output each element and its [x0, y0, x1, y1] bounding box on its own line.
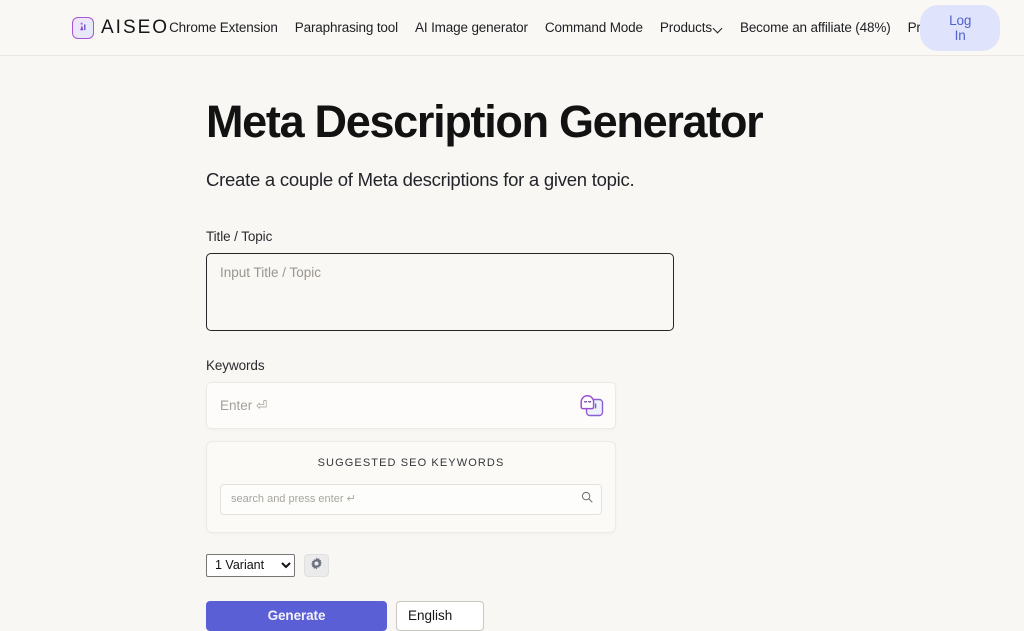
main-nav: Chrome Extension Paraphrasing tool AI Im…	[169, 14, 948, 41]
main-content: Meta Description Generator Create a coup…	[0, 96, 1024, 631]
variant-row: 1 Variant 2 Variants 3 Variants 4 Varian…	[206, 553, 1024, 577]
aiseo-mascot-icon[interactable]	[577, 391, 605, 419]
generate-button[interactable]: Generate	[206, 600, 387, 631]
page-title: Meta Description Generator	[206, 96, 764, 147]
keywords-field-wrap	[206, 381, 616, 429]
seo-panel-title: SUGGESTED SEO KEYWORDS	[317, 456, 505, 469]
settings-button[interactable]	[304, 553, 329, 577]
brand-wordmark: AISEO	[101, 17, 170, 38]
nav-link-paraphrasing-tool[interactable]: Paraphrasing tool	[295, 14, 398, 41]
brand-logo[interactable]: AISEO	[72, 16, 170, 39]
language-select-button[interactable]: English	[396, 600, 484, 631]
chevron-down-icon	[714, 24, 723, 33]
nav-link-ai-image-generator[interactable]: AI Image generator	[415, 14, 528, 41]
nav-link-command-mode[interactable]: Command Mode	[545, 14, 643, 41]
seo-search-input[interactable]	[220, 483, 602, 515]
nav-link-become-an-affiliate[interactable]: Become an affiliate (48%)	[740, 14, 891, 41]
nav-link-products[interactable]: Products	[660, 14, 723, 41]
suggested-seo-keywords-panel: SUGGESTED SEO KEYWORDS	[206, 440, 616, 533]
keywords-field-label: Keywords	[206, 357, 265, 373]
login-button[interactable]: Log In	[920, 4, 1000, 51]
nav-link-chrome-extension[interactable]: Chrome Extension	[169, 14, 278, 41]
seo-search-wrap	[220, 483, 602, 515]
topic-input[interactable]	[206, 252, 674, 331]
aiseo-logo-icon	[72, 16, 94, 39]
topic-field-label: Title / Topic	[206, 228, 273, 244]
action-row: Generate English	[206, 600, 1024, 631]
gear-icon	[310, 557, 323, 573]
site-header: AISEO Chrome Extension Paraphrasing tool…	[0, 0, 1024, 56]
keywords-input[interactable]	[206, 381, 616, 429]
variant-select[interactable]: 1 Variant 2 Variants 3 Variants 4 Varian…	[206, 553, 295, 577]
nav-link-products-label: Products	[659, 20, 712, 35]
page-subtitle: Create a couple of Meta descriptions for…	[206, 168, 635, 190]
